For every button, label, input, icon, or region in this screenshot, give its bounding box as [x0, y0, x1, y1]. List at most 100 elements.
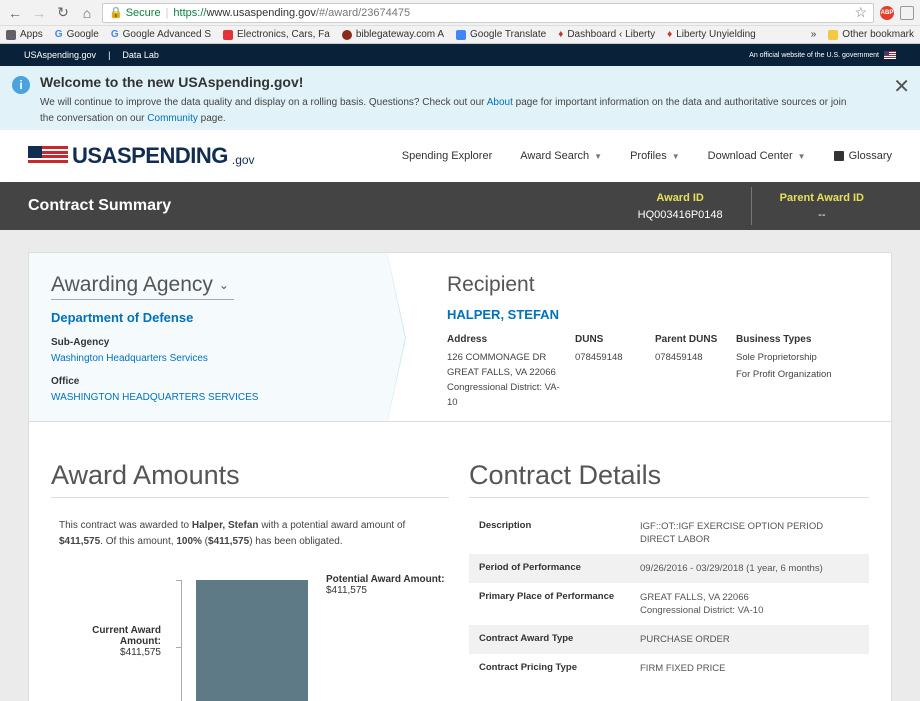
datalab-link[interactable]: Data Lab: [122, 50, 159, 60]
page-title: Contract Summary: [28, 197, 172, 214]
extension-icon[interactable]: [900, 5, 914, 20]
us-flag-icon: [884, 51, 896, 59]
nav-award-search[interactable]: Award Search ▼: [520, 150, 602, 162]
bookmark-dashboard[interactable]: ♦ Dashboard ‹ Liberty: [558, 29, 655, 40]
bookmark-label: Electronics, Cars, Fa: [237, 29, 330, 40]
browser-toolbar: ← → ↻ ⌂ 🔒 Secure | https://www.usaspendi…: [0, 0, 920, 26]
office-value[interactable]: WASHINGTON HEADQUARTERS SERVICES: [51, 392, 365, 403]
obligated-bar[interactable]: [196, 580, 308, 701]
recipient-details: Address 126 COMMONAGE DR GREAT FALLS, VA…: [447, 334, 891, 410]
home-icon[interactable]: ⌂: [78, 4, 96, 22]
award-amounts-panel: Award Amounts This contract was awarded …: [51, 460, 449, 701]
folder-icon: [828, 29, 839, 40]
official-text: An official website of the U.S. governme…: [749, 51, 879, 59]
table-row: Primary Place of Performance GREAT FALLS,…: [469, 583, 869, 625]
recipient-heading: Recipient: [447, 273, 535, 296]
amount-obligated: $411,575: [208, 536, 250, 547]
address-bar[interactable]: 🔒 Secure | https://www.usaspending.gov/#…: [102, 2, 874, 23]
awarding-agency-panel: Awarding Agency ⌄ Department of Defense …: [29, 252, 406, 424]
potential-award-title: Potential Award Amount:: [326, 574, 445, 585]
nav-label: Download Center: [707, 150, 793, 162]
parent-award-id-label: Parent Award ID: [779, 191, 864, 204]
usaspending-logo[interactable]: USASPENDING .gov: [28, 143, 255, 169]
about-link[interactable]: About: [487, 97, 513, 108]
business-types-value: Sole Proprietorship For Profit Organizat…: [736, 350, 832, 382]
chart-tick: [176, 580, 181, 581]
book-icon: [833, 151, 844, 161]
bookmark-other[interactable]: Other bookmark: [828, 29, 914, 40]
business-type: Sole Proprietorship: [736, 352, 817, 363]
back-icon[interactable]: ←: [6, 4, 24, 22]
flame-icon: ♦: [667, 29, 673, 40]
secure-indicator: 🔒 Secure: [109, 6, 161, 20]
bookmark-google[interactable]: G Google: [55, 29, 99, 40]
bookmark-liberty[interactable]: ♦ Liberty Unyielding: [667, 29, 756, 40]
agency-recipient-card: Awarding Agency ⌄ Department of Defense …: [28, 252, 892, 424]
bookmark-label: Google Translate: [470, 29, 547, 40]
panel-arrow: [387, 253, 405, 423]
award-lower-section: Award Amounts This contract was awarded …: [28, 422, 892, 701]
nav-glossary[interactable]: Glossary: [833, 150, 892, 162]
detail-key: Contract Pricing Type: [479, 662, 578, 673]
award-id-block: Award ID HQ003416P0148: [610, 192, 751, 221]
bookmark-electronics[interactable]: Electronics, Cars, Fa: [223, 29, 330, 40]
detail-key: Period of Performance: [479, 562, 581, 573]
banner-text-part: page.: [197, 113, 226, 124]
bookmark-translate[interactable]: Google Translate: [456, 29, 546, 40]
logo-text: USASPENDING: [72, 143, 228, 168]
parent-duns-label: Parent DUNS: [655, 334, 718, 345]
banner-text-part: We will continue to improve the data qua…: [40, 97, 487, 108]
detail-value: FIRM FIXED PRICE: [640, 663, 726, 674]
bookmark-biblegateway[interactable]: biblegateway.com A: [341, 29, 444, 40]
reload-icon[interactable]: ↻: [54, 4, 72, 22]
nav-label: Profiles: [630, 150, 667, 162]
amount-text-part: This contract was awarded to: [59, 520, 192, 531]
banner-title: Welcome to the new USAspending.gov!: [40, 74, 304, 90]
divider: |: [108, 50, 111, 60]
bookmark-google-advanced[interactable]: G Google Advanced S: [111, 29, 211, 40]
close-icon[interactable]: ✕: [893, 74, 910, 99]
sub-agency-value[interactable]: Washington Headquarters Services: [51, 353, 365, 364]
adblock-icon[interactable]: ABP: [880, 5, 894, 20]
nav-spending-explorer[interactable]: Spending Explorer: [402, 150, 493, 162]
department-name[interactable]: Department of Defense: [51, 310, 365, 325]
nav-profiles[interactable]: Profiles ▼: [630, 150, 680, 162]
award-amount-chart: Potential Award Amount: $411,575 Current…: [51, 570, 449, 701]
community-link[interactable]: Community: [147, 113, 198, 124]
potential-award-label: Potential Award Amount: $411,575: [326, 574, 445, 596]
bookmark-label: Liberty Unyielding: [676, 29, 756, 40]
chevron-down-icon: ▼: [671, 151, 680, 161]
agency-dropdown[interactable]: Awarding Agency ⌄: [51, 273, 234, 300]
detail-value: IGF::OT::IGF EXERCISE OPTION PERIOD DIRE…: [640, 521, 824, 545]
parent-award-id-value: --: [818, 208, 826, 221]
bookmark-apps[interactable]: Apps: [6, 29, 43, 40]
detail-value: GREAT FALLS, VA 22066 Congressional Dist…: [640, 592, 764, 616]
amount-text-part: with a potential award amount of: [258, 520, 406, 531]
biblegateway-icon: [341, 29, 352, 40]
apps-grid-icon: [6, 29, 16, 40]
nav-download-center[interactable]: Download Center ▼: [708, 150, 806, 162]
bookmark-star-icon[interactable]: ☆: [854, 4, 867, 21]
award-id-label: Award ID: [656, 191, 704, 204]
detail-key: Contract Award Type: [479, 633, 574, 644]
chevron-down-icon: ⌄: [218, 278, 229, 292]
flame-icon: ♦: [558, 29, 564, 40]
chart-axis: [181, 580, 182, 701]
logo-suffix: .gov: [231, 153, 255, 167]
forward-icon[interactable]: →: [30, 4, 48, 22]
site-link[interactable]: USAspending.gov: [24, 50, 96, 60]
recipient-name[interactable]: HALPER, STEFAN: [447, 307, 891, 322]
chevron-down-icon: ▼: [797, 151, 806, 161]
potential-award-value: $411,575: [326, 585, 367, 596]
url-path: /#/award/23674475: [315, 6, 411, 19]
google-icon: G: [54, 29, 63, 40]
ebay-icon: [223, 29, 234, 40]
more-bookmarks-icon[interactable]: »: [811, 29, 817, 40]
amount-percent: 100%: [176, 536, 202, 547]
address-label: Address: [447, 334, 488, 345]
award-id-value: HQ003416P0148: [637, 208, 723, 221]
business-types-label: Business Types: [736, 334, 812, 345]
duns-column: DUNS 078459148: [575, 334, 655, 410]
agency-heading: Awarding Agency: [51, 273, 213, 296]
bookmark-label: Other bookmark: [842, 29, 914, 40]
